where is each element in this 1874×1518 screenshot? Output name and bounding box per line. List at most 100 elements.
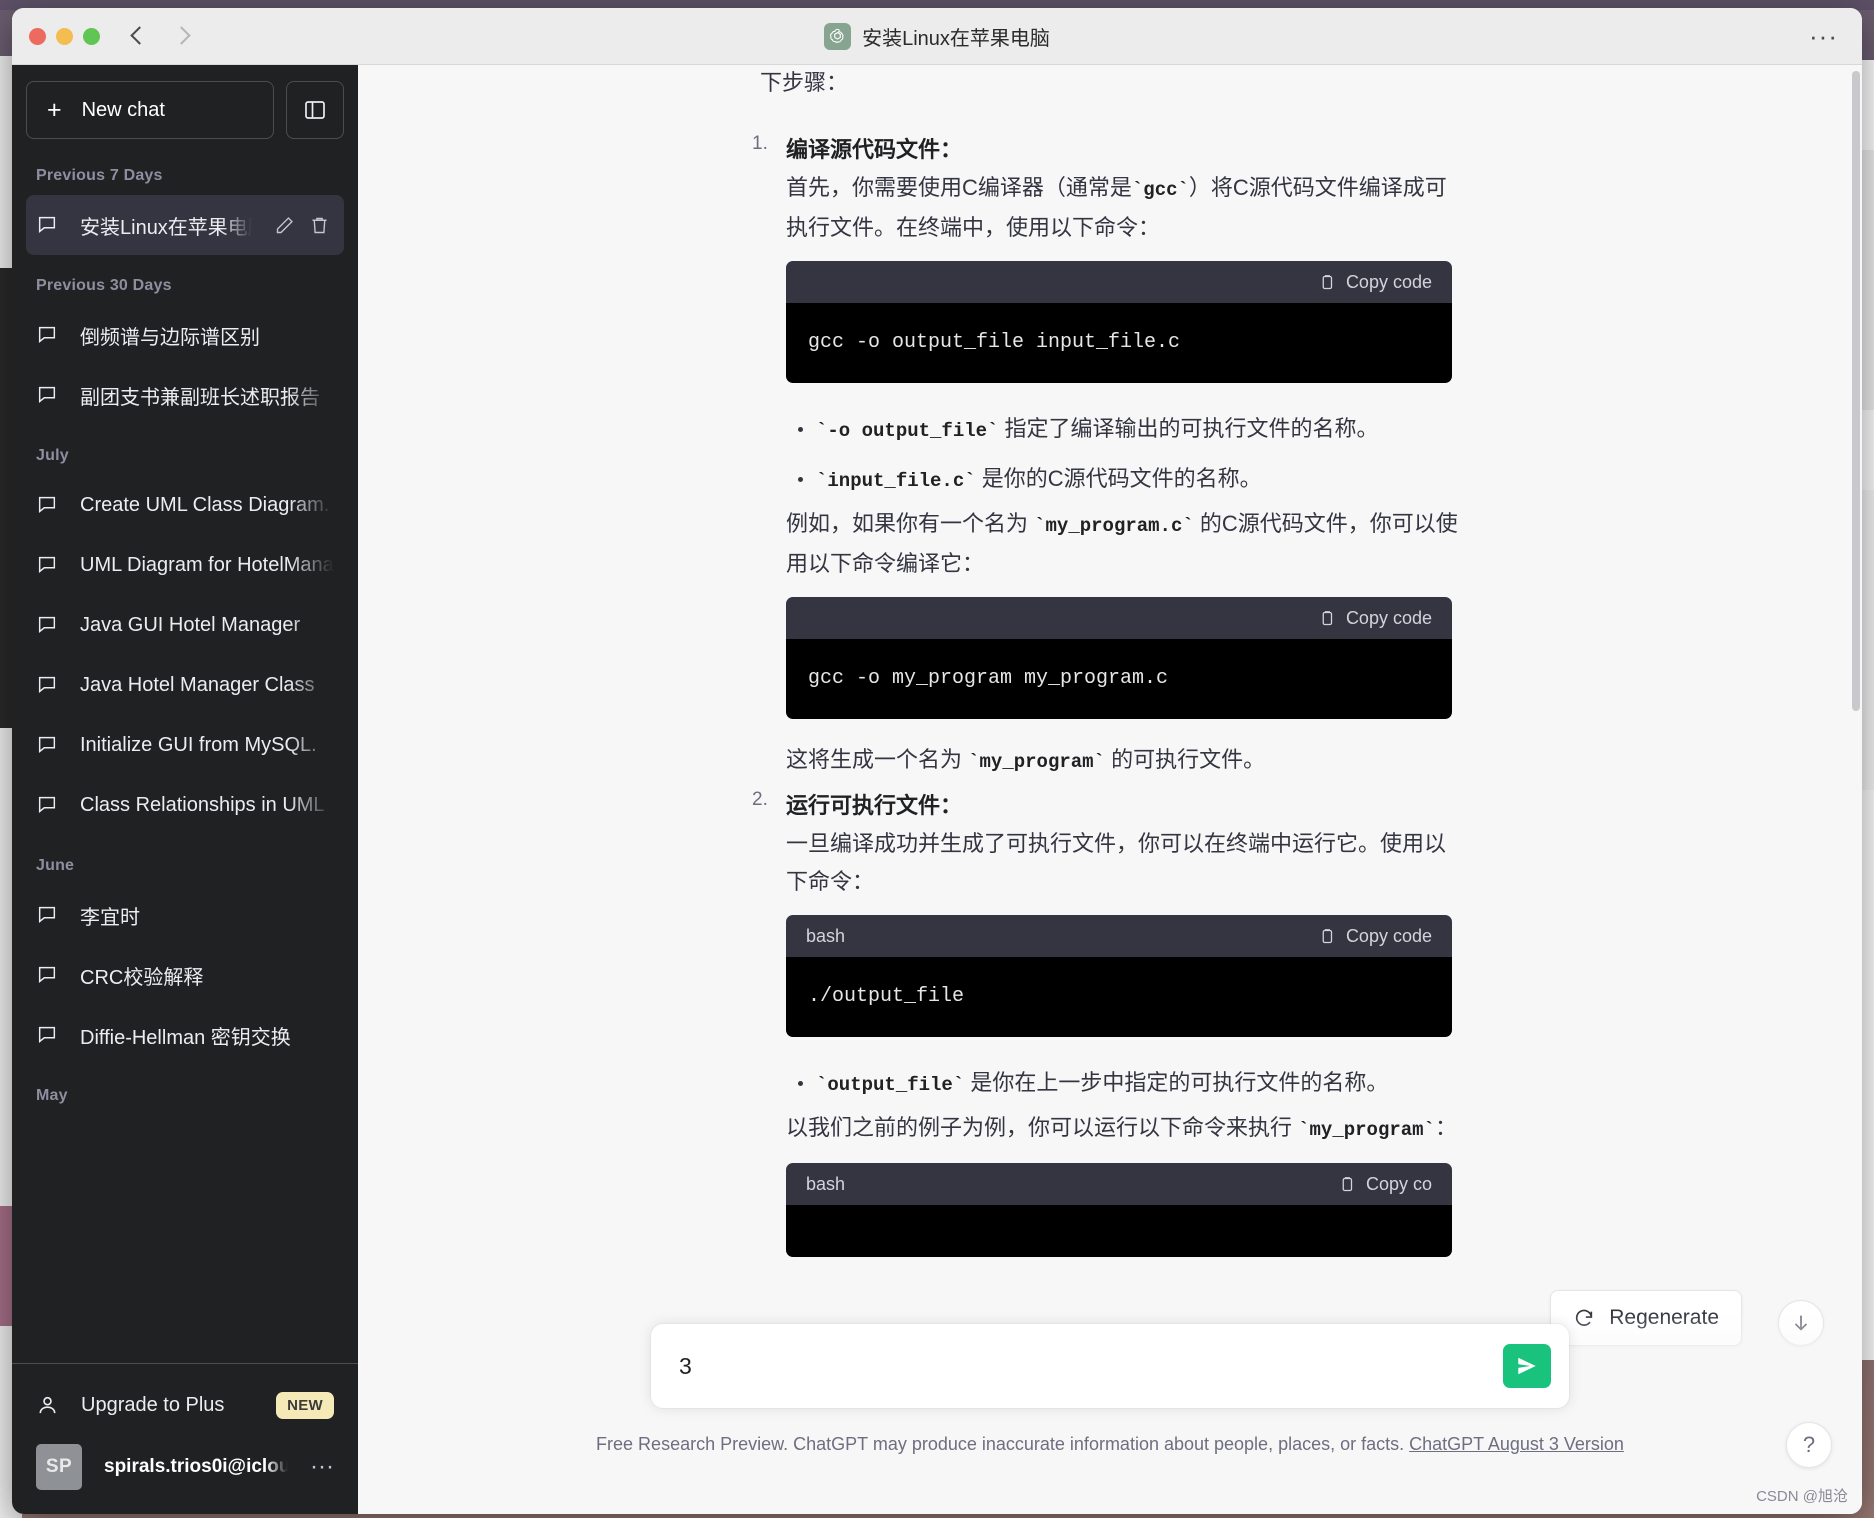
composer[interactable] [651,1324,1569,1408]
code-block: bash Copy co [786,1163,1452,1257]
window-more-menu-icon[interactable]: ··· [1809,26,1838,46]
code-language-label: bash [806,1174,845,1195]
clipboard-icon [1338,1175,1356,1194]
conversation-title: Initialize GUI from MySQL. [80,734,334,757]
conversation-list-item[interactable]: Initialize GUI from MySQL. [26,715,344,775]
chat-bubble-icon [36,734,58,756]
openai-logo-icon [824,23,851,50]
send-button[interactable] [1503,1344,1551,1388]
copy-code-button[interactable]: Copy code [1318,608,1432,629]
minimize-button-icon[interactable] [56,28,73,45]
conversation-title: 副团支书兼副班长述职报告 [80,381,334,410]
upgrade-label: Upgrade to Plus [81,1394,254,1417]
chat-bubble-icon [36,904,58,926]
conversation-list-item[interactable]: 副团支书兼副班长述职报告 [26,365,344,425]
forward-chevron-icon[interactable] [174,28,190,44]
conversation-list[interactable]: Previous 7 Days安装Linux在苹果电脑Previous 30 D… [12,145,358,1363]
list-item: `-o output_file` 指定了编译输出的可执行文件的名称。 [786,405,1460,455]
bullet-text: 是你在上一步中指定的可执行文件的名称。 [964,1070,1388,1095]
list-item: `input_file.c` 是你的C源代码文件的名称。 [786,455,1460,505]
navigation-buttons[interactable] [130,28,190,44]
paragraph-text: 以我们之前的例子为例，你可以运行以下命令来执行 [786,1115,1298,1140]
conversation-group-header: Previous 7 Days [26,145,344,195]
conversation-list-item[interactable]: CRC校验解释 [26,945,344,1005]
zoom-button-icon[interactable] [83,28,100,45]
conversation-list-item[interactable]: Java GUI Hotel Manager [26,595,344,655]
conversation-list-item[interactable]: Diffie-Hellman 密钥交换 [26,1005,344,1065]
step-paragraph: 以我们之前的例子为例，你可以运行以下命令来执行 `my_program`： [786,1109,1460,1149]
conversation-list-item[interactable]: Class Relationships in UML [26,775,344,835]
sidebar-panel-icon [303,98,327,122]
conversation-list-item[interactable]: UML Diagram for HotelManag [26,535,344,595]
traffic-lights[interactable] [29,28,100,45]
conversation-list-item[interactable]: 倒频谱与边际谱区别 [26,305,344,365]
vertical-scrollbar[interactable] [1852,71,1860,711]
account-row[interactable]: SP spirals.trios0i@icloud.c ··· [26,1436,344,1498]
clipped-intro-line: 下步骤： [760,65,1460,93]
chat-bubble-icon [36,494,58,516]
copy-code-button[interactable]: Copy co [1338,1174,1432,1195]
conversation-actions[interactable] [274,215,330,236]
collapse-sidebar-button[interactable] [286,81,344,139]
back-chevron-icon[interactable] [130,28,146,44]
window-body: + New chat Previous 7 Days安装Linux在苹果电脑Pr… [12,65,1862,1514]
paragraph-text: 这将生成一个名为 [786,747,968,772]
upgrade-to-plus-button[interactable]: Upgrade to Plus NEW [26,1374,344,1436]
help-button[interactable]: ? [1786,1422,1832,1468]
conversation-title: CRC校验解释 [80,961,334,990]
copy-code-label: Copy code [1346,272,1432,293]
conversation-group-header: July [26,425,344,475]
inline-code: `output_file` [816,1074,964,1096]
paragraph-text: 例如，如果你有一个名为 [786,511,1034,536]
steps-list: 编译源代码文件： 首先，你需要使用C编译器（通常是`gcc`）将C源代码文件编译… [760,131,1460,1257]
window-titlebar: 安装Linux在苹果电脑 ··· [12,8,1862,65]
conversation-group-header: May [26,1065,344,1115]
account-more-icon[interactable]: ··· [310,1461,334,1473]
conversation-group-header: Previous 30 Days [26,255,344,305]
copy-code-label: Copy code [1346,926,1432,947]
step-paragraph: 首先，你需要使用C编译器（通常是`gcc`）将C源代码文件编译成可执行文件。在终… [786,169,1460,247]
code-block-header: bash Copy code [786,915,1452,957]
list-item: `output_file` 是你在上一步中指定的可执行文件的名称。 [786,1059,1460,1109]
conversation-title: Diffie-Hellman 密钥交换 [80,1021,334,1050]
close-button-icon[interactable] [29,28,46,45]
conversation-list-item[interactable]: Create UML Class Diagram. [26,475,344,535]
conversation-title: Java Hotel Manager Class [80,674,334,697]
code-block: Copy code gcc -o output_file input_file.… [786,261,1452,383]
send-arrow-icon [1516,1355,1538,1377]
trash-icon[interactable] [309,215,330,236]
new-chat-button[interactable]: + New chat [26,81,274,139]
user-icon [36,1394,59,1417]
copy-code-button[interactable]: Copy code [1318,926,1432,947]
inline-code: `my_program` [968,751,1105,773]
conversation-title: 倒频谱与边际谱区别 [80,321,334,350]
plus-icon: + [47,100,62,120]
window-title: 安装Linux在苹果电脑 [862,22,1050,51]
bullet-list: `output_file` 是你在上一步中指定的可执行文件的名称。 [786,1059,1460,1109]
avatar: SP [36,1444,82,1490]
conversation-group-header: June [26,835,344,885]
conversation-title: Java GUI Hotel Manager [80,614,334,637]
chat-bubble-icon [36,674,58,696]
chat-bubble-icon [36,794,58,816]
edit-pencil-icon[interactable] [274,215,295,236]
account-email: spirals.trios0i@icloud.c [104,1456,288,1478]
conversation-list-item[interactable]: 李宜时 [26,885,344,945]
conversation-list-item[interactable]: Java Hotel Manager Class [26,655,344,715]
step-paragraph: 这将生成一个名为 `my_program` 的可执行文件。 [786,741,1460,781]
inline-code: `my_program.c` [1034,515,1194,537]
chat-bubble-icon [36,614,58,636]
code-block-body: ./output_file [786,957,1452,1037]
step-paragraph: 一旦编译成功并生成了可执行文件，你可以在终端中运行它。使用以下命令： [786,825,1460,901]
disclaimer-text: Free Research Preview. ChatGPT may produ… [596,1434,1404,1454]
chatgpt-window: 安装Linux在苹果电脑 ··· + New chat Previous 7 D… [12,8,1862,1514]
conversation-title: UML Diagram for HotelManag [80,554,334,577]
copy-code-button[interactable]: Copy code [1318,272,1432,293]
message-input[interactable] [651,1353,1503,1380]
footer-disclaimer: Free Research Preview. ChatGPT may produ… [596,1434,1624,1455]
step-title: 编译源代码文件： [786,131,1460,169]
sidebar-header: + New chat [12,65,358,145]
window-title-group: 安装Linux在苹果电脑 [12,8,1862,65]
version-link[interactable]: ChatGPT August 3 Version [1409,1434,1624,1454]
conversation-list-item[interactable]: 安装Linux在苹果电脑 [26,195,344,255]
